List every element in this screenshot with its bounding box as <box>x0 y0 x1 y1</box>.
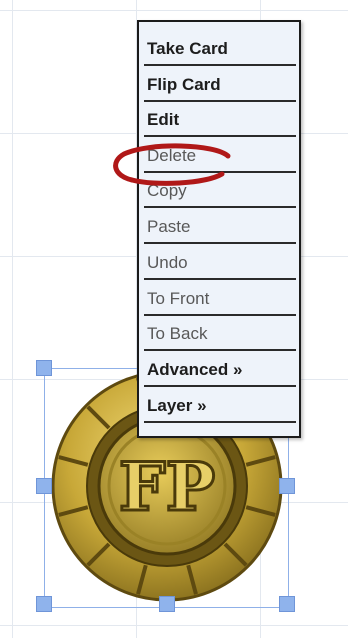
menu-item-to-back[interactable]: To Back <box>144 317 296 351</box>
resize-handle-bottom-left[interactable] <box>36 596 52 612</box>
resize-handle-bottom-right[interactable] <box>279 596 295 612</box>
menu-item-copy[interactable]: Copy <box>144 174 296 208</box>
menu-item-to-front[interactable]: To Front <box>144 282 296 316</box>
menu-item-layer[interactable]: Layer » <box>144 389 296 423</box>
menu-item-take-card[interactable]: Take Card <box>144 32 296 66</box>
resize-handle-top-left[interactable] <box>36 360 52 376</box>
table-canvas[interactable]: FP Take Card Flip Card Edit Delete Copy … <box>0 0 348 638</box>
menu-item-flip-card[interactable]: Flip Card <box>144 68 296 102</box>
menu-item-paste[interactable]: Paste <box>144 210 296 244</box>
resize-handle-middle-left[interactable] <box>36 478 52 494</box>
resize-handle-middle-right[interactable] <box>279 478 295 494</box>
menu-item-advanced[interactable]: Advanced » <box>144 353 296 387</box>
menu-item-edit[interactable]: Edit <box>144 103 296 137</box>
resize-handle-bottom-center[interactable] <box>159 596 175 612</box>
menu-item-undo[interactable]: Undo <box>144 246 296 280</box>
menu-item-delete[interactable]: Delete <box>144 139 296 173</box>
context-menu: Take Card Flip Card Edit Delete Copy Pas… <box>137 20 301 438</box>
